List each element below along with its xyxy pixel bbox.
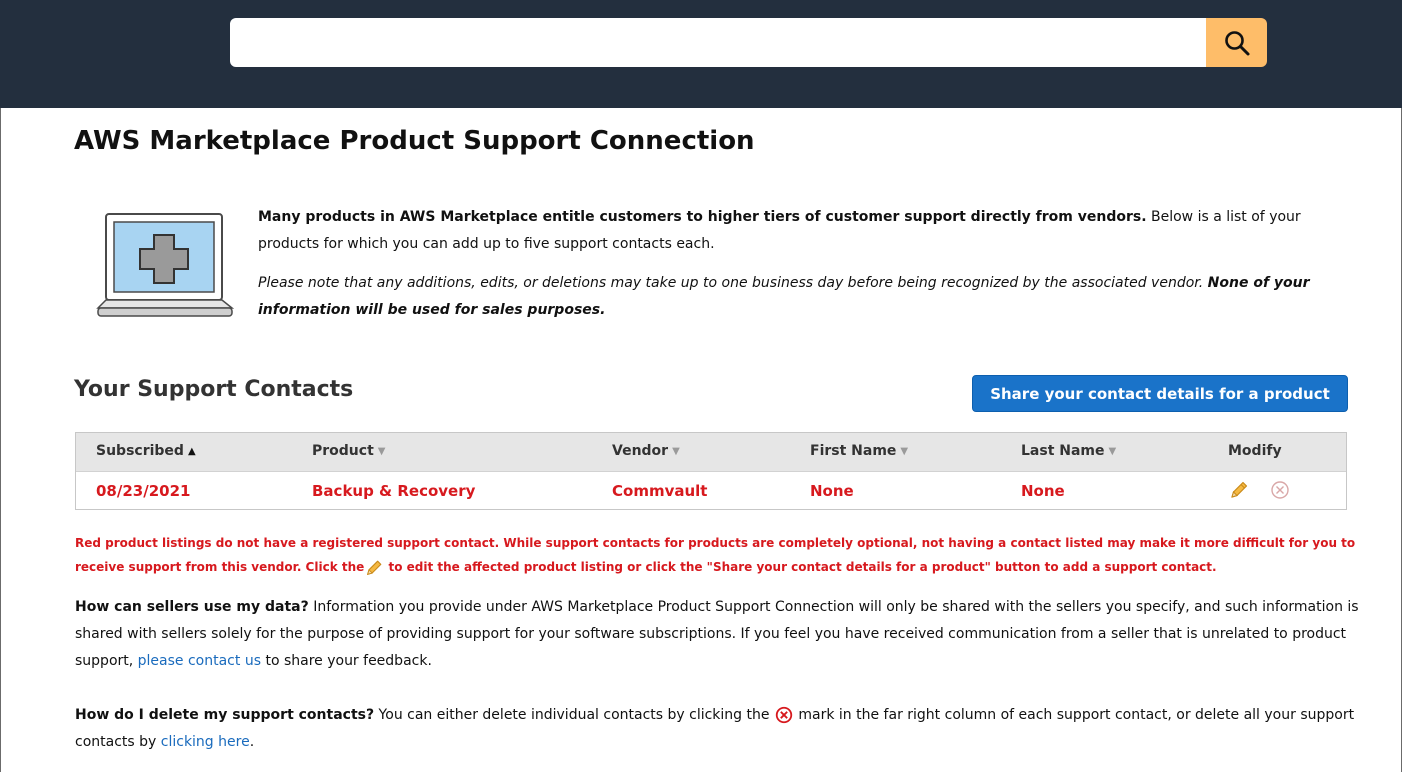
sort-descending-icon: ▼ bbox=[900, 445, 909, 457]
column-header-first-name[interactable]: First Name ▼ bbox=[810, 443, 908, 459]
cell-vendor: Commvault bbox=[612, 482, 708, 500]
faq-question: How do I delete my support contacts? bbox=[75, 707, 375, 723]
cell-first-name: None bbox=[810, 482, 854, 500]
column-header-modify: Modify bbox=[1228, 443, 1282, 459]
column-header-subscribed[interactable]: Subscribed ▲ bbox=[96, 443, 196, 459]
missing-contact-warning: Red product listings do not have a regis… bbox=[75, 531, 1365, 579]
circle-x-icon bbox=[775, 706, 793, 724]
faq-seller-data: How can sellers use my data? Information… bbox=[75, 599, 1359, 669]
cell-product: Backup & Recovery bbox=[312, 482, 476, 500]
top-navigation-bar bbox=[0, 0, 1402, 108]
sort-descending-icon: ▼ bbox=[1108, 445, 1117, 457]
column-header-product[interactable]: Product ▼ bbox=[312, 443, 385, 459]
pencil-icon[interactable] bbox=[1228, 479, 1250, 501]
content-frame-left-border bbox=[0, 108, 1, 772]
intro-note: Please note that any additions, edits, o… bbox=[258, 275, 1204, 291]
intro-note-paragraph: Please note that any additions, edits, o… bbox=[258, 270, 1348, 324]
intro-text: Many products in AWS Marketplace entitle… bbox=[258, 204, 1348, 324]
support-contacts-table: Subscribed ▲ Product ▼ Vendor ▼ First Name ▼… bbox=[75, 432, 1347, 510]
contact-us-link[interactable]: please contact us bbox=[138, 653, 261, 669]
sort-descending-icon: ▼ bbox=[672, 445, 680, 457]
share-contact-details-button[interactable]: Share your contact details for a product bbox=[972, 375, 1348, 412]
table-row: 08/23/2021 Backup & Recovery Commvault N… bbox=[76, 472, 1346, 509]
table-header: Subscribed ▲ Product ▼ Vendor ▼ First Name ▼… bbox=[76, 433, 1346, 472]
faq-delete-contacts: How do I delete my support contacts? You… bbox=[75, 706, 1355, 750]
support-contacts-heading: Your Support Contacts bbox=[74, 377, 354, 402]
sort-ascending-icon: ▲ bbox=[187, 445, 196, 457]
search-icon bbox=[1224, 30, 1249, 55]
intro-paragraph: Many products in AWS Marketplace entitle… bbox=[258, 204, 1348, 258]
sort-descending-icon: ▼ bbox=[377, 445, 386, 457]
intro-bold-lead: Many products in AWS Marketplace entitle… bbox=[258, 209, 1147, 225]
cell-subscribed: 08/23/2021 bbox=[96, 482, 191, 500]
column-header-vendor[interactable]: Vendor ▼ bbox=[612, 443, 680, 459]
laptop-medical-cross-icon bbox=[96, 213, 235, 317]
column-header-last-name[interactable]: Last Name ▼ bbox=[1021, 443, 1116, 459]
page-title: AWS Marketplace Product Support Connecti… bbox=[74, 126, 755, 156]
search-button[interactable] bbox=[1206, 18, 1267, 67]
cell-last-name: None bbox=[1021, 482, 1065, 500]
pencil-icon bbox=[367, 560, 382, 575]
faq-question: How can sellers use my data? bbox=[75, 599, 309, 615]
search-input[interactable] bbox=[230, 18, 1206, 67]
delete-all-contacts-link[interactable]: clicking here bbox=[161, 734, 250, 750]
circle-x-icon[interactable] bbox=[1269, 479, 1291, 501]
